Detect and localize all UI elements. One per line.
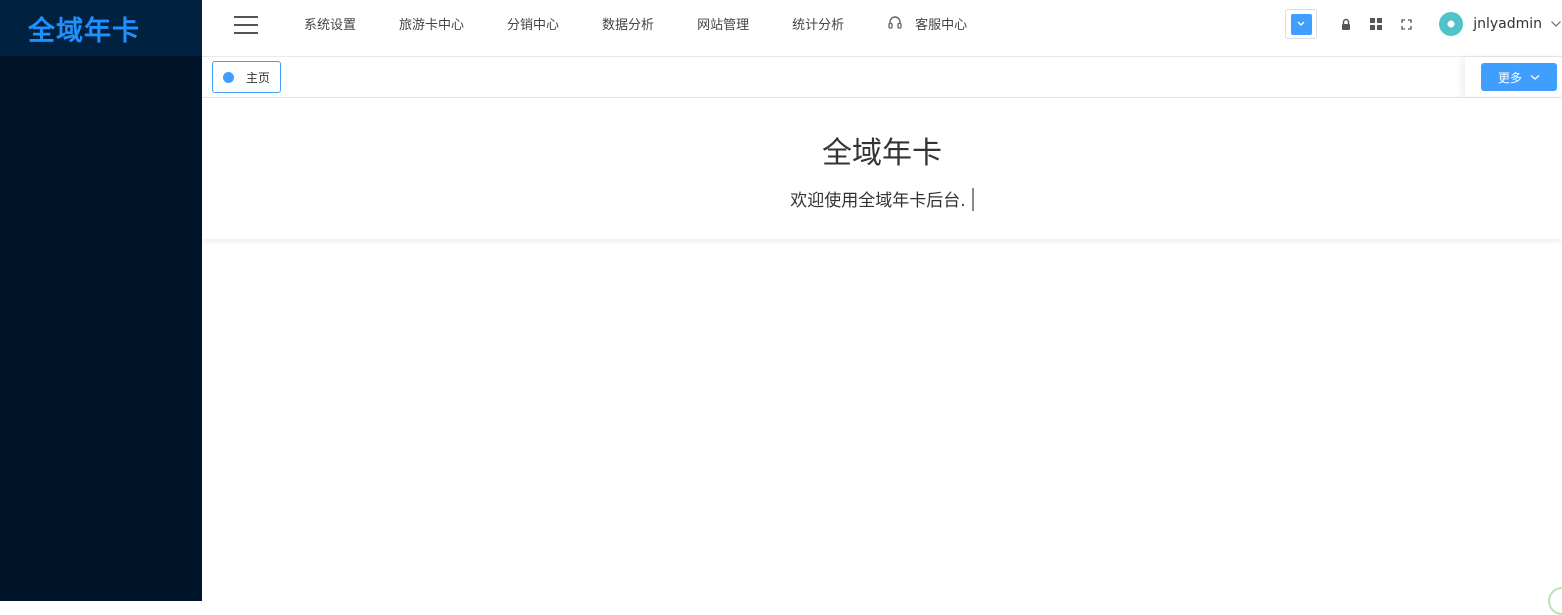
chevron-down-icon (1297, 21, 1305, 26)
logo[interactable]: 全域年卡 (0, 0, 202, 56)
grid-icon[interactable] (1369, 17, 1383, 31)
brand-title: 全域年卡 (28, 15, 140, 47)
nav-item-label: 系统设置 (304, 17, 357, 33)
chevron-down-icon (1551, 21, 1561, 27)
nav-item-travel-card-center[interactable]: 旅游卡中心 (399, 14, 464, 33)
fullscreen-icon[interactable] (1399, 17, 1413, 31)
welcome-message-line: 欢迎使用全域年卡后台. (202, 186, 1562, 213)
tabs-bar: 主页 更多 (202, 57, 1562, 98)
nav-item-statistics[interactable]: 统计分析 (792, 14, 844, 33)
theme-switch-button[interactable] (1285, 9, 1318, 39)
more-button[interactable]: 更多 (1481, 63, 1557, 91)
header-tools: jnlyadmin (1285, 8, 1562, 40)
welcome-message: 欢迎使用全域年卡后台. (790, 191, 966, 211)
nav-item-customer-service[interactable]: 客服中心 (887, 14, 967, 33)
nav-item-label: 统计分析 (792, 17, 845, 33)
headset-icon (888, 16, 902, 29)
chevron-down-icon (1530, 74, 1540, 80)
avatar (1439, 12, 1464, 36)
nav-item-distribution-center[interactable]: 分销中心 (507, 14, 559, 33)
nav-item-label: 分销中心 (507, 17, 560, 33)
nav-item-label: 客服中心 (915, 17, 968, 33)
main-area: 系统设置 旅游卡中心 分销中心 数据分析 网站管理 统计分析 客服中心 jnly… (202, 0, 1562, 615)
lock-icon[interactable] (1339, 17, 1353, 31)
more-wrap: 更多 (1465, 57, 1562, 97)
nav-item-data-analysis[interactable]: 数据分析 (602, 14, 654, 33)
more-button-label: 更多 (1497, 70, 1522, 85)
nav-item-label: 网站管理 (697, 17, 750, 33)
tab-home[interactable]: 主页 (212, 61, 281, 93)
welcome-title: 全域年卡 (822, 136, 942, 171)
nav-item-label: 数据分析 (602, 17, 655, 33)
active-dot-icon (223, 71, 234, 83)
nav-item-label: 旅游卡中心 (399, 17, 465, 33)
welcome-panel: 全域年卡 欢迎使用全域年卡后台. (202, 98, 1562, 239)
nav-item-website-management[interactable]: 网站管理 (697, 14, 749, 33)
typing-cursor (971, 187, 974, 211)
top-nav: 系统设置 旅游卡中心 分销中心 数据分析 网站管理 统计分析 客服中心 (304, 0, 1010, 46)
corner-widget-icon[interactable] (1548, 587, 1562, 615)
tab-home-label: 主页 (246, 70, 271, 85)
top-header: 系统设置 旅游卡中心 分销中心 数据分析 网站管理 统计分析 客服中心 jnly… (202, 0, 1562, 57)
username: jnlyadmin (1473, 16, 1542, 32)
user-menu[interactable]: jnlyadmin (1439, 12, 1562, 36)
menu-toggle-icon[interactable] (234, 15, 258, 35)
sidebar: 全域年卡 (0, 0, 202, 601)
nav-item-system-settings[interactable]: 系统设置 (304, 14, 356, 33)
